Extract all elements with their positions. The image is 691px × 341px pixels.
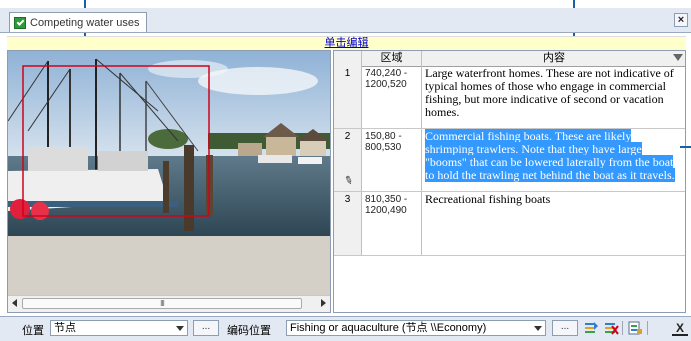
region-cell[interactable]: 740,240 - 1200,520 <box>362 66 422 128</box>
header-region[interactable]: 区域 <box>362 51 422 66</box>
region-cell[interactable]: 810,350 - 1200,490 <box>362 192 422 255</box>
content-cell[interactable]: Large waterfront homes. These are not in… <box>422 66 685 119</box>
harbor-photo[interactable] <box>8 51 330 236</box>
coding-location-label: 编码位置 <box>227 325 271 337</box>
table-row-selected[interactable]: 2 ✎ 150,80 - 800,530 Commercial fishing … <box>334 129 685 192</box>
position-select[interactable]: 节点 <box>50 320 188 336</box>
row-number[interactable]: 2 ✎ <box>334 129 362 191</box>
coding-location-select[interactable]: Fishing or aquaculture (节点 \\Economy) <box>286 320 546 336</box>
scroll-right-icon[interactable] <box>321 299 326 307</box>
content-cell[interactable]: Recreational fishing boats <box>422 192 685 206</box>
callout-line-side <box>680 146 691 148</box>
header-num[interactable] <box>334 51 362 66</box>
edit-hint-bar: 单击编辑 <box>7 36 686 50</box>
position-label: 位置 <box>22 325 44 337</box>
row-number[interactable]: 1 <box>334 66 362 128</box>
new-node-icon[interactable] <box>627 320 643 336</box>
row-number[interactable]: 3 <box>334 192 362 255</box>
toolbar-separator <box>647 321 648 335</box>
content-cell[interactable]: Commercial fishing boats. These are like… <box>422 129 685 182</box>
horizontal-scrollbar[interactable]: III <box>8 295 330 312</box>
annotation-grid: 区域 内容 1 740,240 - 1200,520 Large waterfr… <box>333 50 686 313</box>
scrollbar-thumb[interactable]: III <box>22 298 302 309</box>
scroll-left-icon[interactable] <box>12 299 17 307</box>
code-selection-icon[interactable] <box>583 320 599 336</box>
table-row[interactable]: 3 810,350 - 1200,490 Recreational fishin… <box>334 192 685 256</box>
position-browse-button[interactable]: ... <box>193 320 219 336</box>
image-pane[interactable]: III <box>7 50 331 313</box>
region-cell[interactable]: 150,80 - 800,530 <box>362 129 422 191</box>
filter-icon[interactable] <box>673 54 683 61</box>
pencil-icon: ✎ <box>342 173 355 189</box>
tab-label: Competing water uses <box>30 16 140 29</box>
chevron-down-icon <box>534 326 542 331</box>
chevron-down-icon <box>176 326 184 331</box>
map-annotation-icon <box>14 16 26 29</box>
uncode-selection-icon[interactable] <box>603 320 619 336</box>
header-content[interactable]: 内容 <box>422 51 685 66</box>
coding-location-value: Fishing or aquaculture (节点 \\Economy) <box>290 322 487 334</box>
close-toolbar-button[interactable]: X <box>672 320 688 336</box>
tab-competing-water-uses[interactable]: Competing water uses <box>9 12 147 32</box>
table-row[interactable]: 1 740,240 - 1200,520 Large waterfront ho… <box>334 66 685 129</box>
tab-strip: Competing water uses × <box>0 8 691 33</box>
click-to-edit-link[interactable]: 单击编辑 <box>325 37 369 49</box>
row-number-text: 2 <box>344 131 351 142</box>
close-tab-button[interactable]: × <box>674 13 688 27</box>
coding-browse-button[interactable]: ... <box>552 320 578 336</box>
position-select-value: 节点 <box>54 322 76 334</box>
toolbar-separator <box>622 321 623 335</box>
coding-toolbar: 位置 节点 ... 编码位置 Fishing or aquaculture (节… <box>0 316 691 341</box>
grid-header: 区域 内容 <box>334 51 685 67</box>
selected-content-text[interactable]: Commercial fishing boats. These are like… <box>425 129 675 182</box>
